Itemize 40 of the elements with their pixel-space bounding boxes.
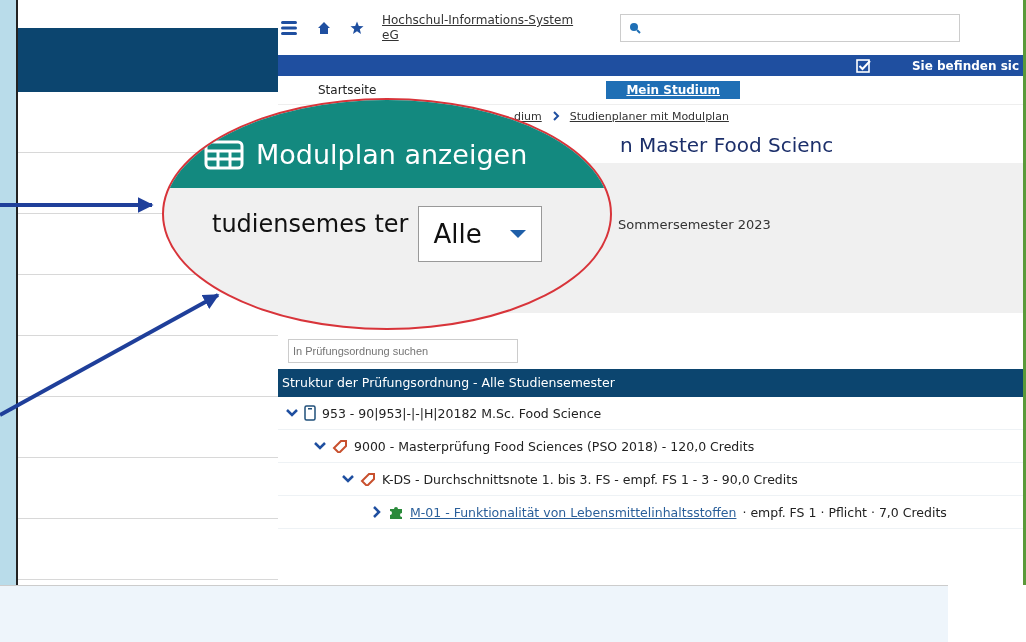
collapse-caret-icon[interactable] bbox=[370, 506, 382, 518]
nav-tab[interactable]: Mein Studium bbox=[606, 81, 740, 99]
expand-caret-icon[interactable] bbox=[286, 407, 298, 419]
caret-icon bbox=[509, 229, 528, 239]
page-title: n Master Food Scienc bbox=[620, 133, 834, 157]
semester-label: tudiensemes bbox=[212, 210, 367, 238]
tag-icon bbox=[360, 472, 376, 486]
tree-label: 9000 - Masterprüfung Food Sciences (PSO 2018) - 120,0 Credits bbox=[354, 438, 755, 454]
tag-icon bbox=[332, 439, 348, 453]
home-icon[interactable] bbox=[316, 19, 332, 36]
table-icon bbox=[204, 140, 244, 170]
search-input[interactable]: In Prüfungsordnung suchen bbox=[288, 339, 518, 363]
menu-icon[interactable] bbox=[280, 18, 298, 37]
module-link[interactable]: M-01 - Funktionalität von Lebensmittelinhaltsstoffen bbox=[410, 504, 737, 520]
search-icon bbox=[629, 21, 641, 34]
tree-label: · empf. FS 1 · Pflicht · 7,0 Credits bbox=[742, 504, 947, 520]
tree-row[interactable]: 953 - 90|953|-|-|H|20182 M.Sc. Food Science bbox=[278, 397, 1023, 430]
expand-caret-icon[interactable] bbox=[342, 473, 354, 485]
checkbox-icon bbox=[855, 58, 872, 73]
breadcrumb-link[interactable]: dium bbox=[514, 109, 542, 123]
star-icon[interactable] bbox=[350, 20, 364, 35]
chevron-icon bbox=[551, 111, 560, 121]
tree-row[interactable]: K-DS - Durchschnittsnote 1. bis 3. FS - empf. FS 1 - 3 - 90,0 Credits bbox=[278, 463, 1023, 496]
search-field[interactable] bbox=[620, 13, 960, 42]
expand-caret-icon[interactable] bbox=[314, 440, 326, 452]
document-icon bbox=[304, 405, 316, 421]
semester-dropdown[interactable]: Alle bbox=[418, 206, 543, 262]
tree-row[interactable]: M-01 - Funktionalität von Lebensmittelinhaltsstoffen · empf. FS 1 · Pflicht · 7,0 Credits bbox=[278, 496, 1023, 529]
semester-text: Sommersemester 2023 bbox=[618, 217, 771, 232]
semester-label: ter bbox=[374, 210, 409, 238]
logo-link[interactable]: Hochschul-Informations-System eG bbox=[382, 13, 582, 42]
tree-label: K-DS - Durchschnittsnote 1. bis 3. FS - empf. FS 1 - 3 - 90,0 Credits bbox=[382, 471, 798, 487]
tree-row[interactable]: 9000 - Masterprüfung Food Sciences (PSO 2018) - 120,0 Credits bbox=[278, 430, 1023, 463]
magnified-title: Modulplan anzeigen bbox=[256, 139, 528, 170]
nav-tab[interactable]: Startseite bbox=[298, 81, 397, 99]
location-text: Sie befinden sic bbox=[911, 58, 1019, 73]
breadcrumb-link[interactable]: Studienplaner mit Modulplan bbox=[569, 109, 729, 123]
tree-label: 953 - 90|953|-|-|H|20182 M.Sc. Food Science bbox=[322, 405, 602, 421]
tree-header: Struktur der Prüfungsordnung - Alle Studiensemester bbox=[278, 369, 1023, 397]
puzzle-icon bbox=[388, 504, 404, 520]
